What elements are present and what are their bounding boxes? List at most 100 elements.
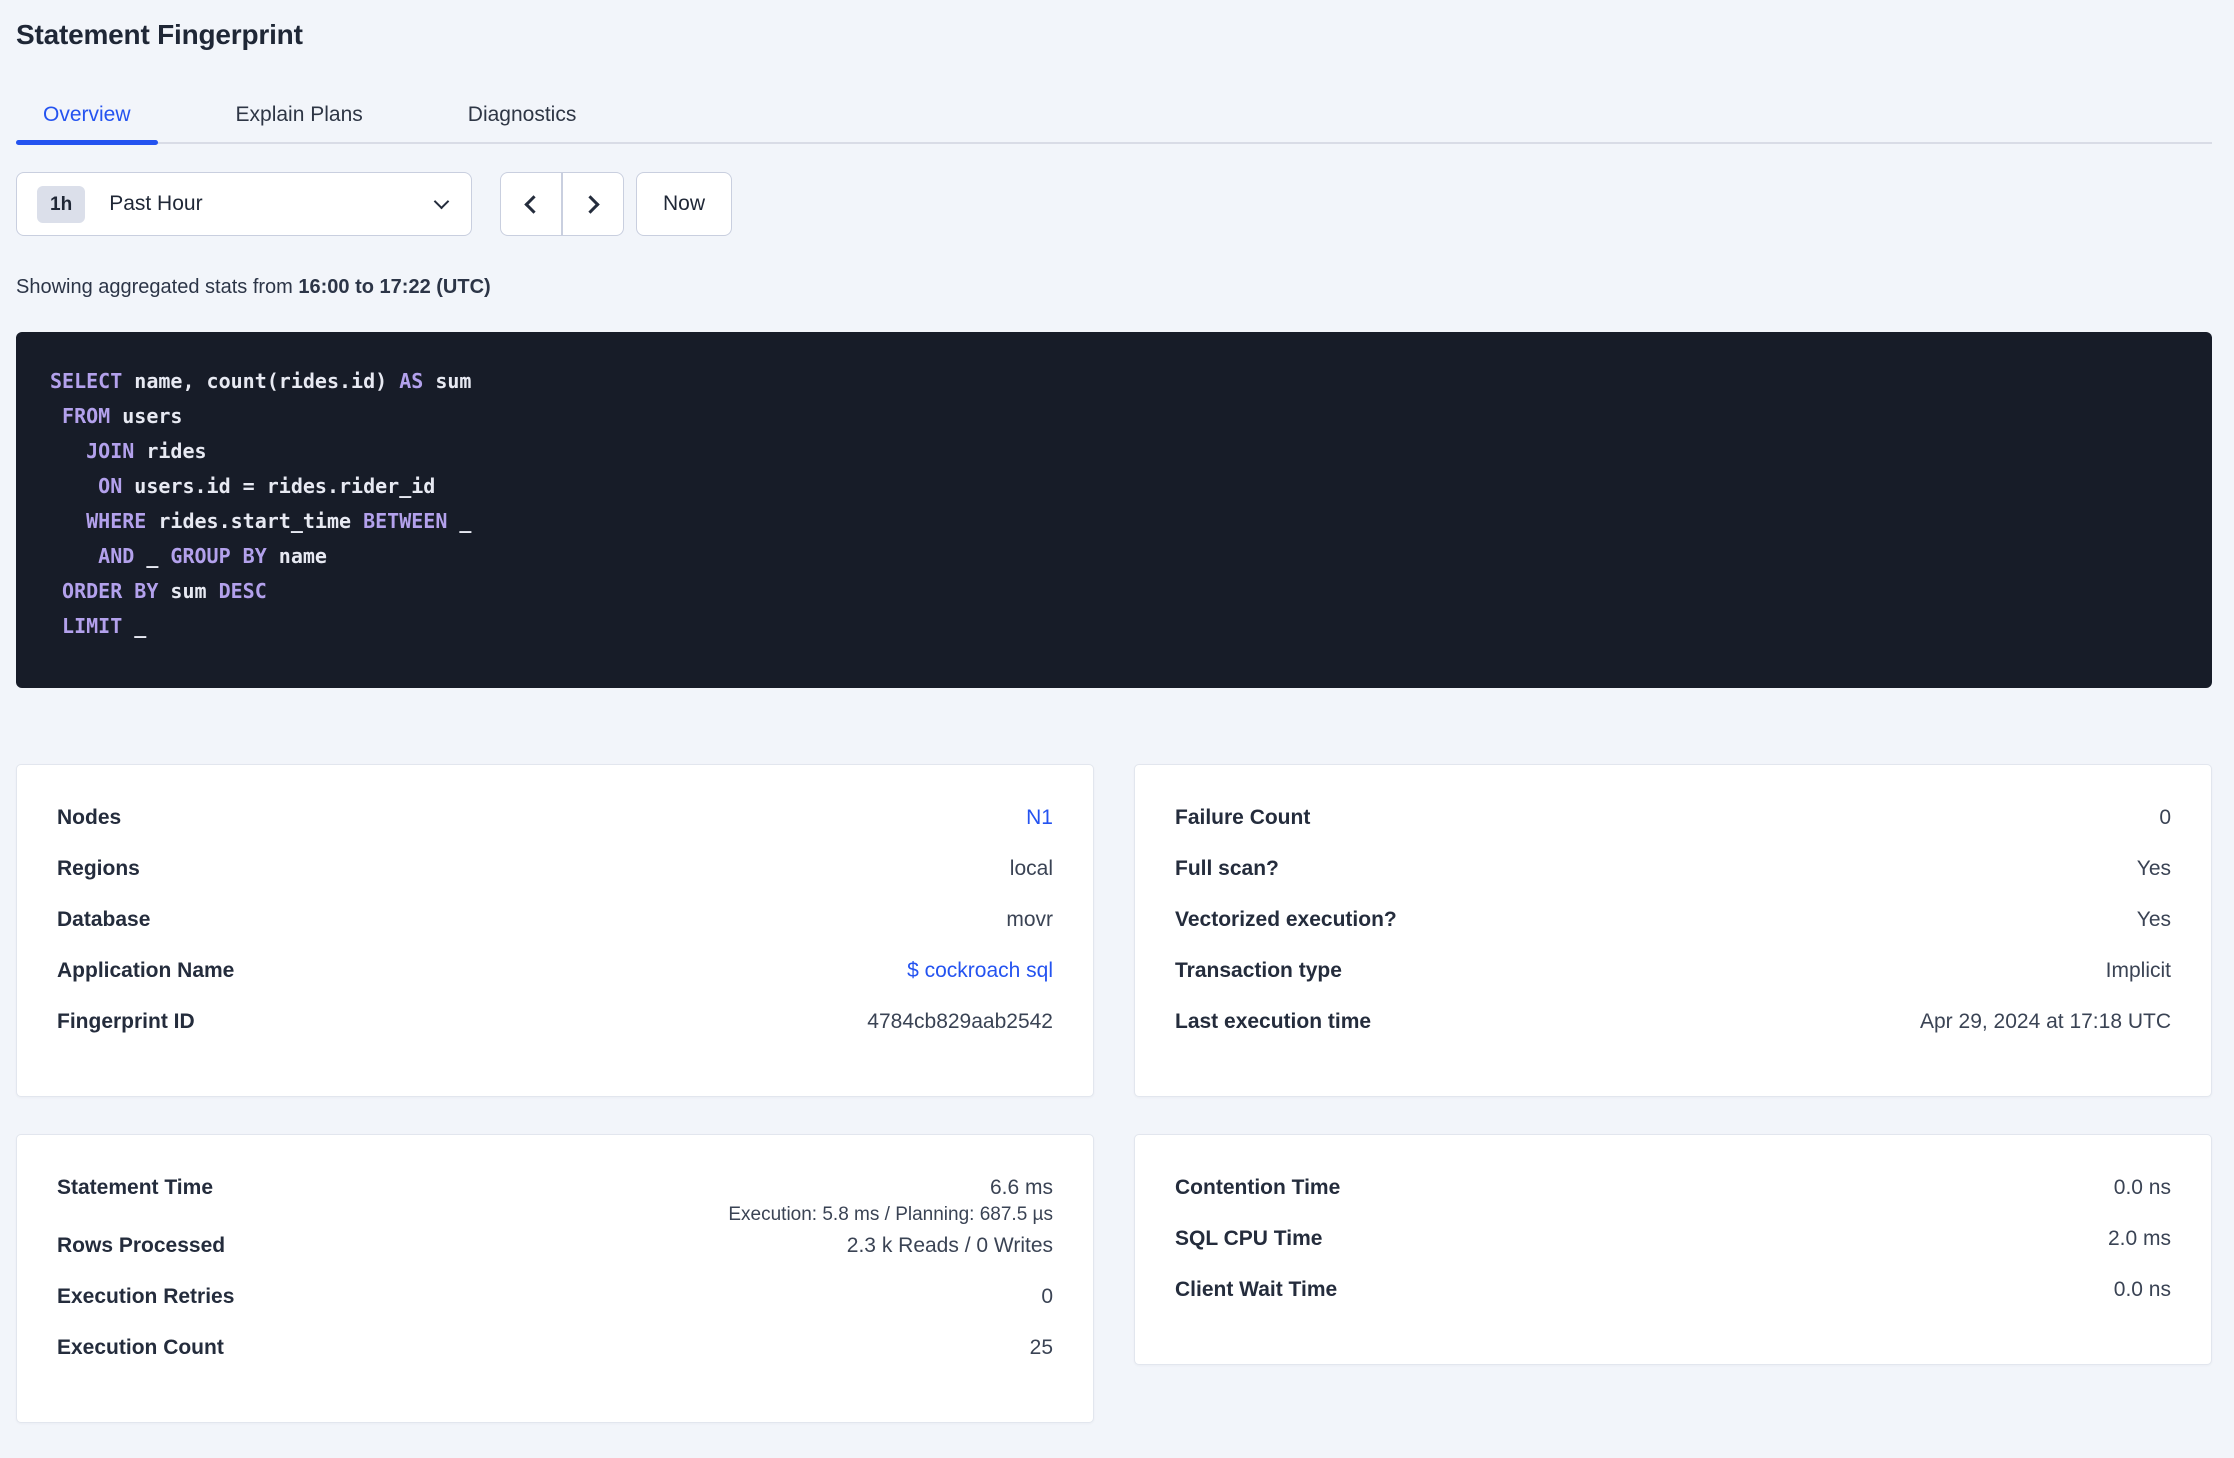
row-value-group: 25 [1030,1333,1053,1360]
row-value-group: Yes [2137,905,2171,932]
row-label: Execution Retries [57,1285,235,1308]
row-value-link[interactable]: $ cockroach sql [907,956,1053,983]
sql-line: ORDER BY sum DESC [50,574,2178,609]
row-label: Rows Processed [57,1234,226,1257]
sql-line: JOIN rides [50,434,2178,469]
sql-text: users [110,404,183,428]
tab-explain-plans[interactable]: Explain Plans [209,104,390,142]
performance-cards-row: Statement Time 6.6 ms Execution: 5.8 ms / … [16,1134,2212,1423]
row-value-group: 2.3 k Reads / 0 Writes [847,1231,1053,1258]
sql-keyword: WHERE [86,509,147,533]
sql-text: sum [423,369,472,393]
card-row: Execution Count 25 [57,1333,1053,1384]
card-row: Client Wait Time 0.0 ns [1175,1275,2171,1326]
sql-keyword: ORDER BY [62,579,159,603]
row-label: Full scan? [1175,857,1279,880]
card-row: Contention Time 0.0 ns [1175,1173,2171,1224]
time-range-selector[interactable]: 1h Past Hour [16,172,472,236]
caption-time-range: 16:00 to 17:22 (UTC) [298,276,491,298]
row-value-group: 2.0 ms [2108,1224,2171,1251]
row-value: 4784cb829aab2542 [867,1010,1053,1033]
row-label: Application Name [57,959,235,982]
row-value-group: $ cockroach sql [907,956,1053,983]
page-title: Statement Fingerprint [16,19,303,50]
sql-keyword: LIMIT [62,614,123,638]
sql-line: ON users.id = rides.rider_id [50,469,2178,504]
sql-text: _ [134,544,171,568]
row-label: Failure Count [1175,806,1311,829]
row-value: 0.0 ns [2113,1176,2171,1199]
row-value: Yes [2136,908,2171,931]
sql-statement: SELECT name, count(rides.id) AS sum FROM… [16,332,2212,688]
sql-keyword: GROUP BY [170,544,267,568]
row-label: Execution Count [57,1336,224,1359]
row-value: Apr 29, 2024 at 17:18 UTC [1920,1010,2171,1033]
row-label: Transaction type [1175,959,1342,982]
execution-info-card: Failure Count 0 Full scan? Yes Vectorized ex… [1134,764,2212,1097]
row-value-link[interactable]: N1 [1026,803,1053,830]
card-row: Execution Retries 0 [57,1282,1053,1333]
previous-time-range-button[interactable] [500,172,562,236]
card-row: Application Name $ cockroach sql [57,956,1053,1007]
card-row: SQL CPU Time 2.0 ms [1175,1224,2171,1275]
info-cards-row: Nodes N1 Regions local Database movr Applicati… [16,764,2212,1097]
card-row: Last execution time Apr 29, 2024 at 17:18… [1175,1007,2171,1058]
card-row: Regions local [57,854,1053,905]
chevron-left-icon [524,194,543,214]
sql-line: AND _ GROUP BY name [50,539,2178,574]
sql-text: rides.start_time [146,509,364,533]
tab-overview[interactable]: Overview [16,104,158,145]
aggregated-stats-caption: Showing aggregated stats from 16:00 to 1… [16,276,2212,299]
sql-text: rides [134,439,207,463]
tab-diagnostics[interactable]: Diagnostics [441,104,604,142]
now-button[interactable]: Now [636,172,732,236]
row-label: Last execution time [1175,1010,1372,1033]
sql-text: _ [447,509,472,533]
row-value-group: 6.6 ms Execution: 5.8 ms / Planning: 687.… [728,1173,1053,1231]
row-value-group: local [1010,854,1053,881]
sql-line: SELECT name, count(rides.id) AS sum [50,364,2178,399]
time-range-arrows [500,172,624,236]
row-label: Vectorized execution? [1175,908,1397,931]
row-label: Contention Time [1175,1176,1341,1199]
row-value: 25 [1029,1336,1053,1359]
time-range-badge: 1h [37,185,86,223]
card-row: Rows Processed 2.3 k Reads / 0 Writes [57,1231,1053,1282]
row-value: 0.0 ns [2113,1278,2171,1301]
card-row: Failure Count 0 [1175,803,2171,854]
sql-text: users.id = rides.rider_id [122,474,436,498]
row-label: Nodes [57,806,122,829]
sql-line: WHERE rides.start_time BETWEEN _ [50,504,2178,539]
next-time-range-button[interactable] [562,172,624,236]
sql-keyword: FROM [62,404,111,428]
sql-keyword: AS [399,369,424,393]
sql-keyword: SELECT [50,369,123,393]
row-value: Implicit [2105,959,2171,982]
row-value: 0 [1041,1285,1053,1308]
row-value-group: Apr 29, 2024 at 17:18 UTC [1920,1007,2171,1034]
row-value-group: N1 [1026,803,1053,830]
row-value: local [1009,857,1053,880]
card-row: Statement Time 6.6 ms Execution: 5.8 ms / … [57,1173,1053,1231]
sql-text: _ [122,614,147,638]
row-value-group: 0.0 ns [2114,1275,2171,1302]
statement-time-card: Statement Time 6.6 ms Execution: 5.8 ms / … [16,1134,1094,1423]
row-value-group: 0 [2159,803,2171,830]
time-picker-row: 1h Past Hour Now [16,172,2212,236]
sql-text: name [266,544,327,568]
row-value: 0 [2159,806,2171,829]
caption-prefix: Showing aggregated stats from [16,276,299,298]
wait-time-card: Contention Time 0.0 ns SQL CPU Time 2.0 ms C… [1134,1134,2212,1365]
chevron-right-icon [581,194,600,214]
sql-keyword: ON [98,474,123,498]
row-value-group: 0 [1041,1282,1053,1309]
card-row: Fingerprint ID 4784cb829aab2542 [57,1007,1053,1058]
row-subvalue: Execution: 5.8 ms / Planning: 687.5 µs [728,1204,1053,1225]
card-row: Nodes N1 [57,803,1053,854]
row-value: 2.3 k Reads / 0 Writes [846,1234,1053,1257]
sql-line: FROM users [50,399,2178,434]
